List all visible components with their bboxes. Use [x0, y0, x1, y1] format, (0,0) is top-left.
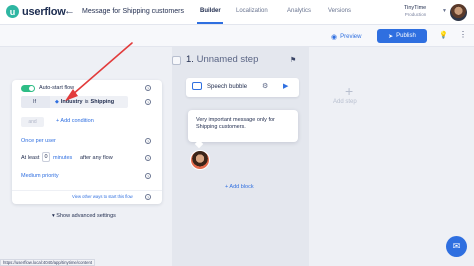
- annotation-arrow: [65, 42, 133, 101]
